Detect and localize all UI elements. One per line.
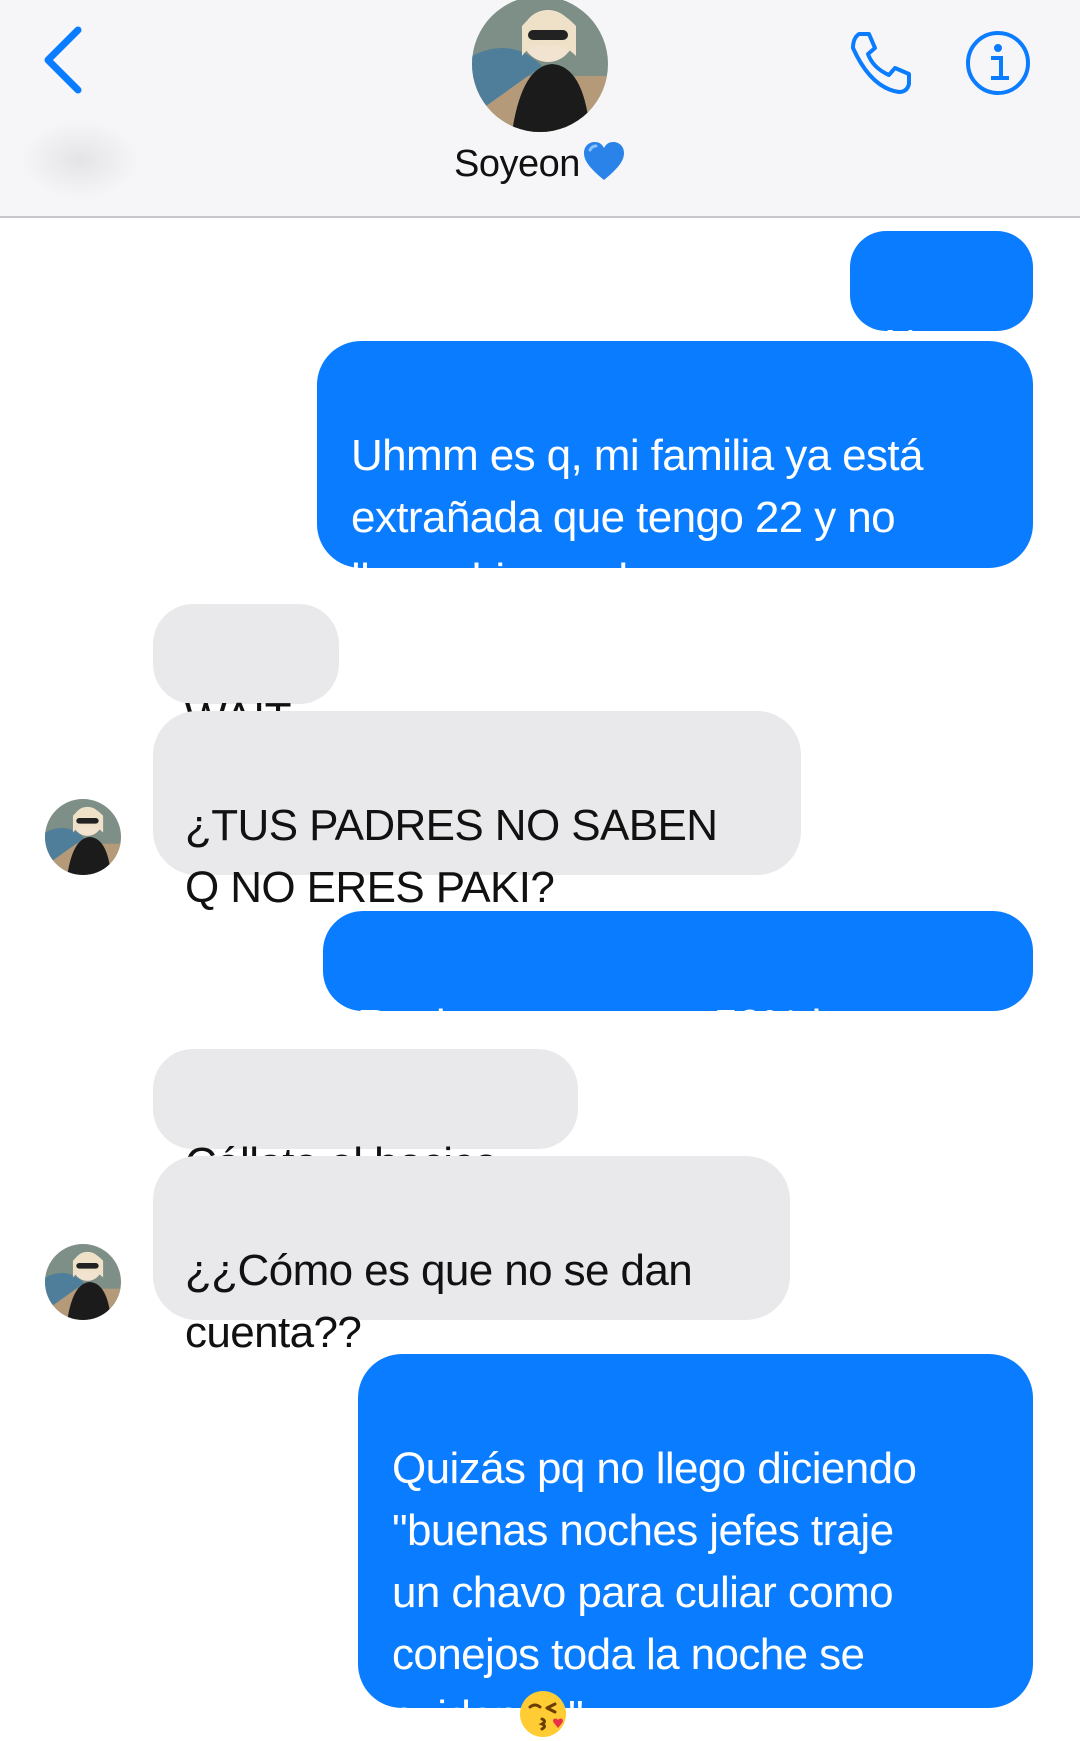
incoming-message[interactable]: ¿¿Cómo es que no se dan cuenta?? [153, 1156, 790, 1357]
message-text: Uhmm es q, mi familia ya está extrañada … [351, 431, 923, 604]
message-text: ¿TUS PADRES NO SABEN Q NO ERES PAKI? [185, 801, 718, 912]
message-text: Quizás pq no llego diciendo "buenas noch… [392, 1444, 917, 1741]
info-icon [966, 31, 1030, 95]
phone-icon [851, 32, 911, 94]
contact-avatar[interactable] [472, 0, 608, 132]
contact-name-button[interactable]: Soyeon [0, 140, 1080, 186]
message-text: ¿¿Cómo es que no se dan cuenta?? [185, 1246, 693, 1357]
call-button[interactable] [845, 28, 915, 98]
chat-header: Soyeon [0, 0, 1080, 218]
outgoing-message[interactable]: Realmente soy un 50% hetero [323, 911, 1033, 1050]
info-button[interactable] [963, 28, 1033, 98]
outgoing-message[interactable]: Nooo [850, 231, 1033, 370]
contact-name: Soyeon [454, 143, 580, 185]
kissing-face-icon [520, 1691, 567, 1737]
incoming-message[interactable]: WAIT [153, 604, 339, 743]
outgoing-message[interactable]: Uhmm es q, mi familia ya está extrañada … [317, 341, 1033, 604]
chevron-left-icon [44, 26, 82, 94]
incoming-message[interactable]: Cállate el hocico [153, 1049, 578, 1188]
message-text: Realmente soy un 50% hetero [357, 1001, 933, 1050]
incoming-message[interactable]: ¿TUS PADRES NO SABEN Q NO ERES PAKI? [153, 711, 801, 912]
sender-photo [45, 799, 121, 875]
sender-photo [45, 1244, 121, 1320]
chat-screen: Soyeon Nooo Uhmm es q, mi familia ya est… [0, 0, 1080, 1741]
sender-avatar[interactable] [45, 799, 121, 875]
message-text-end: " [568, 1692, 584, 1741]
contact-photo [472, 0, 608, 132]
back-button[interactable] [38, 22, 98, 94]
sender-avatar[interactable] [45, 1244, 121, 1320]
blue-heart-icon [583, 142, 624, 180]
outgoing-message[interactable]: Quizás pq no llego diciendo "buenas noch… [358, 1354, 1033, 1741]
